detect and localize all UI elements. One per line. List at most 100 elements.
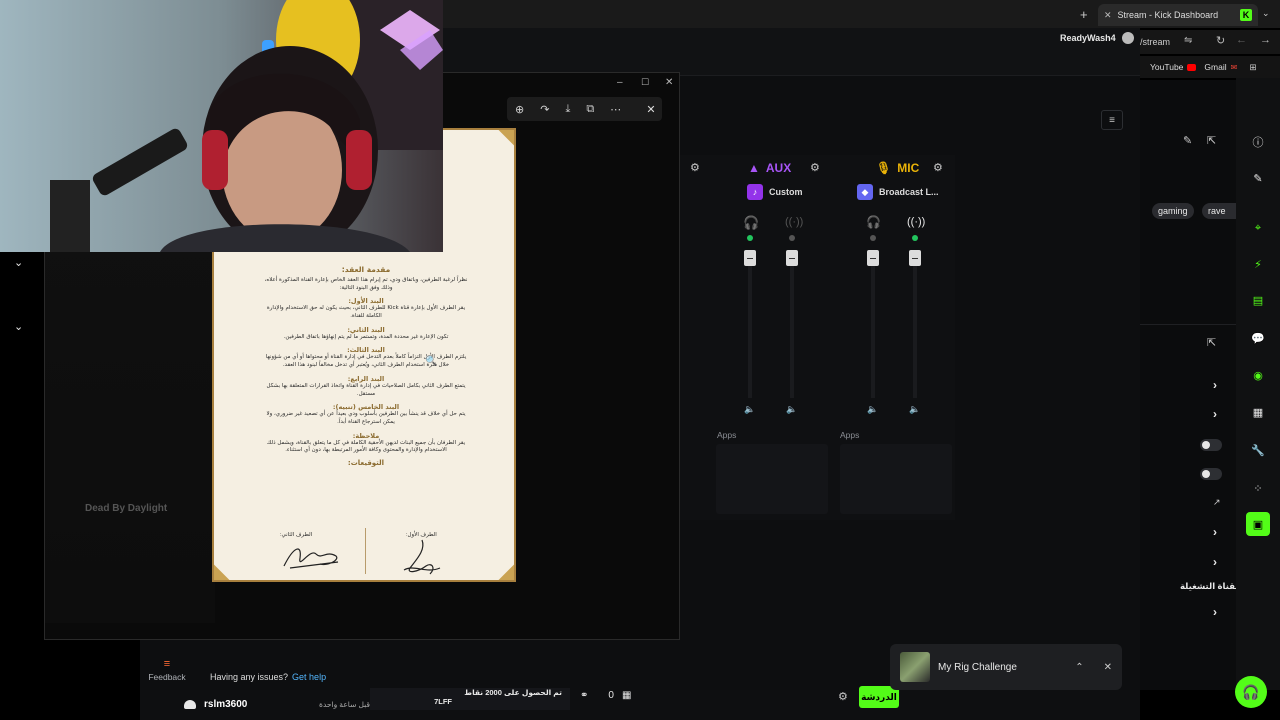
extension-icon[interactable]: ▣: [1246, 512, 1270, 536]
chevron-down-icon[interactable]: ⌄: [14, 320, 23, 333]
pencil-icon[interactable]: ✎: [1246, 166, 1270, 190]
maximize-icon[interactable]: ☐: [641, 77, 649, 88]
bookmarks-bar: YouTube Gmail ✉ ⊞: [1140, 56, 1280, 78]
channel-label: MIC: [897, 161, 920, 175]
bolt-icon[interactable]: ⚡: [1246, 252, 1270, 276]
crosshair-icon[interactable]: ⌖: [1246, 216, 1270, 240]
clause-body: يقر الطرفان بأن جميع البنات لديهن الأحقي…: [266, 439, 466, 454]
chevron-right-icon[interactable]: ›: [1213, 555, 1217, 569]
volume-icon[interactable]: 🔈: [867, 404, 879, 416]
help-text: Having any issues?: [210, 672, 289, 682]
calendar-icon[interactable]: ▦: [1246, 400, 1270, 424]
popout-icon[interactable]: ⇱: [1207, 336, 1216, 349]
link-icon[interactable]: ⚭: [580, 690, 588, 701]
back-icon[interactable]: ←: [1236, 34, 1247, 46]
zoom-in-icon[interactable]: ⊕: [515, 103, 524, 116]
aux-icon: ▲: [748, 161, 760, 175]
volume-icon[interactable]: 🔈: [909, 404, 921, 416]
headphones-off-icon[interactable]: 🎧: [866, 215, 881, 229]
viewer-count: ⚭ 0 ▦: [580, 690, 631, 701]
chevron-down-icon[interactable]: ⌄: [14, 256, 23, 269]
mic-settings-icon[interactable]: ⚙: [933, 161, 943, 174]
close-toast-icon[interactable]: ✕: [1104, 662, 1112, 673]
source-label: Broadcast L...: [879, 187, 939, 197]
aux-settings-icon[interactable]: ⚙: [810, 161, 820, 174]
fader-handle[interactable]: [909, 250, 921, 266]
browser-tab[interactable]: ✕ Stream - Kick Dashboard K: [1098, 4, 1258, 26]
clause-body: تكون الإعارة غير محددة المدة، وتستمر ما …: [283, 333, 449, 340]
document-icon[interactable]: ▤: [1246, 288, 1270, 312]
chat-settings-icon[interactable]: ⚙: [838, 690, 848, 703]
external-link-icon[interactable]: ↗: [1213, 497, 1221, 508]
info-icon[interactable]: ⓘ: [1246, 130, 1270, 154]
layout-menu-button[interactable]: ≡: [1101, 110, 1123, 130]
left-nav: ⌄ ⌄: [0, 252, 44, 382]
fader-track: [748, 258, 752, 398]
calendar-icon[interactable]: ▦: [622, 690, 631, 701]
bookmark-label: Gmail: [1204, 62, 1227, 72]
open-external-icon[interactable]: ⧉: [586, 103, 594, 116]
dots-icon[interactable]: ⁘: [1246, 476, 1270, 500]
bookmark-youtube[interactable]: YouTube: [1150, 62, 1197, 72]
popout-icon[interactable]: ⇱: [1207, 134, 1216, 147]
contract-body: مقدمة العقد: نظراً لرغبة الطرفين، وباتفا…: [262, 265, 470, 467]
headset-icon: 🎧: [1242, 683, 1260, 700]
user-menu[interactable]: ReadyWash4: [1060, 32, 1134, 44]
fader-handle[interactable]: [867, 250, 879, 266]
fader-handle[interactable]: [744, 250, 756, 266]
volume-icon[interactable]: 🔈: [786, 404, 798, 416]
download-icon[interactable]: ⤓: [565, 103, 570, 116]
chevron-right-icon[interactable]: ›: [1213, 605, 1217, 619]
chevron-right-icon[interactable]: ›: [1213, 525, 1217, 539]
forward-icon[interactable]: →: [1260, 34, 1271, 46]
clause-heading: ملاحظة:: [352, 431, 380, 440]
toggle-switch[interactable]: [1200, 468, 1222, 480]
fader-handle[interactable]: [786, 250, 798, 266]
chevron-right-icon[interactable]: ›: [1213, 407, 1217, 421]
new-tab-button[interactable]: +: [1080, 7, 1088, 22]
youtube-icon: [1187, 63, 1197, 71]
wrench-icon[interactable]: 🔧: [1246, 438, 1270, 462]
rotate-icon[interactable]: ↷: [540, 103, 549, 116]
reload-icon[interactable]: ↻: [1216, 34, 1225, 47]
broadcast-off-icon[interactable]: ((·)): [785, 216, 803, 228]
get-help-link[interactable]: Get help: [292, 672, 326, 686]
more-icon[interactable]: ⋯: [610, 103, 621, 116]
feedback-button[interactable]: ≡ Feedback: [144, 650, 190, 690]
apps-grid-icon[interactable]: ⊞: [1249, 62, 1256, 73]
tune-icon[interactable]: ⇋: [1184, 35, 1192, 46]
close-viewer-button[interactable]: ✕: [640, 97, 662, 121]
volume-icon[interactable]: 🔈: [744, 404, 756, 416]
apps-dropzone: [716, 444, 828, 514]
broadcast-icon[interactable]: ◉: [1246, 363, 1270, 387]
mic-source[interactable]: ◆ Broadcast L...: [857, 184, 939, 200]
aux-source[interactable]: ♪ Custom: [747, 184, 803, 200]
tag-chip: rave: [1202, 203, 1236, 219]
bookmark-label: YouTube: [1150, 62, 1184, 72]
chevron-up-icon[interactable]: ⌃: [1075, 662, 1083, 673]
clause-body: يتم حل أي خلاف قد ينشأ بين الطرفين بأسلو…: [266, 411, 466, 425]
ticker-text: تم الحصول على 2000 نقاط: [464, 688, 562, 697]
bookmark-gmail[interactable]: Gmail ✉: [1204, 62, 1237, 72]
toggle-switch[interactable]: [1200, 439, 1222, 451]
broadcast-icon[interactable]: ((·)): [907, 216, 925, 228]
tab-list-chevron-icon[interactable]: ⌄: [1262, 8, 1270, 19]
support-button[interactable]: 🎧: [1235, 676, 1267, 708]
chat-username[interactable]: rslm3600: [204, 699, 247, 710]
right-tool-rail: ⓘ ✎ ⌖ ⚡ ▤ 💬 ◉ ▦ 🔧 ⁘ ▣: [1236, 78, 1280, 690]
chat-icon[interactable]: 💬: [1246, 326, 1270, 350]
apps-label: Apps: [840, 430, 860, 440]
minimize-icon[interactable]: –: [617, 77, 623, 88]
count-value: 0: [608, 690, 614, 701]
edit-icon[interactable]: ✎: [1183, 134, 1192, 147]
headphones-icon[interactable]: 🎧: [743, 215, 759, 231]
signature-party-one: [403, 539, 441, 575]
notification-toast[interactable]: My Rig Challenge ⌃ ✕: [890, 644, 1122, 690]
address-bar[interactable]: /stream ⇋ ↻ ← →: [1140, 30, 1280, 54]
close-window-icon[interactable]: ✕: [665, 77, 673, 88]
mixer-settings-icon[interactable]: ⚙: [690, 161, 700, 174]
apps-label: Apps: [717, 430, 737, 440]
close-tab-icon[interactable]: ✕: [1104, 10, 1112, 21]
chevron-right-icon[interactable]: ›: [1213, 378, 1217, 392]
source-label: Custom: [769, 187, 803, 197]
